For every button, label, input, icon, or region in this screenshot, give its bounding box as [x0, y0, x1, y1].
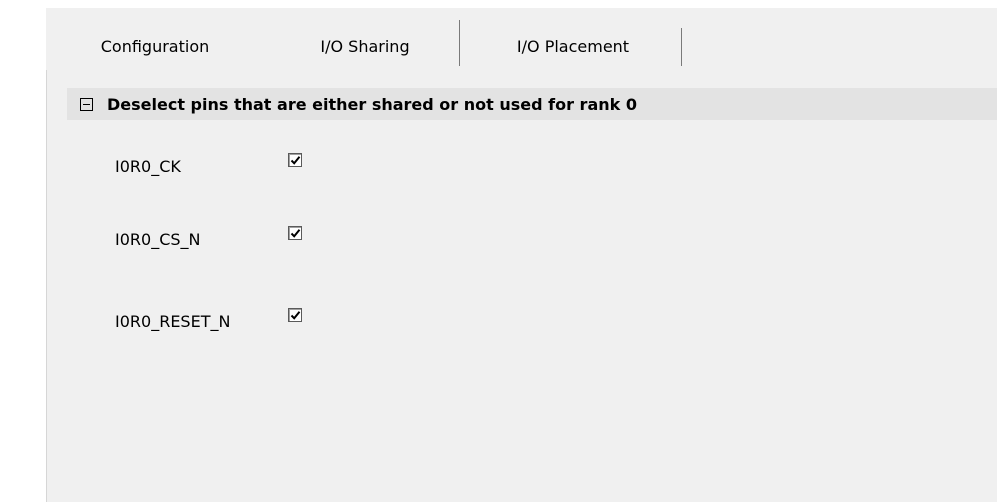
window-left-margin	[0, 0, 46, 502]
collapse-minus-icon[interactable]	[80, 97, 93, 111]
checkmark-icon	[290, 311, 301, 320]
tab-strip: Configuration I/O Sharing I/O Placement	[46, 8, 997, 70]
tab-divider	[681, 28, 682, 66]
pin-checkbox-ck[interactable]	[288, 153, 302, 167]
section-header: Deselect pins that are either shared or …	[67, 88, 997, 120]
pin-label-reset-n: I0R0_RESET_N	[115, 312, 231, 331]
pin-label-ck: I0R0_CK	[115, 157, 181, 176]
tab-io-placement[interactable]: I/O Placement	[464, 22, 682, 70]
tab-configuration-label: Configuration	[100, 36, 210, 56]
tab-configuration[interactable]: Configuration	[46, 22, 264, 70]
pin-label-cs-n: I0R0_CS_N	[115, 230, 201, 249]
section-title: Deselect pins that are either shared or …	[107, 94, 637, 114]
window-top-edge	[0, 0, 997, 8]
checkmark-icon	[290, 156, 301, 165]
tab-io-sharing-label: I/O Sharing	[320, 36, 410, 56]
tab-io-placement-label: I/O Placement	[516, 36, 630, 56]
tab-io-sharing[interactable]: I/O Sharing	[270, 22, 460, 70]
checkmark-icon	[290, 229, 301, 238]
pin-checkbox-cs-n[interactable]	[288, 226, 302, 240]
pin-checkbox-reset-n[interactable]	[288, 308, 302, 322]
panel-left-border	[46, 70, 47, 502]
tab-divider	[459, 20, 460, 66]
